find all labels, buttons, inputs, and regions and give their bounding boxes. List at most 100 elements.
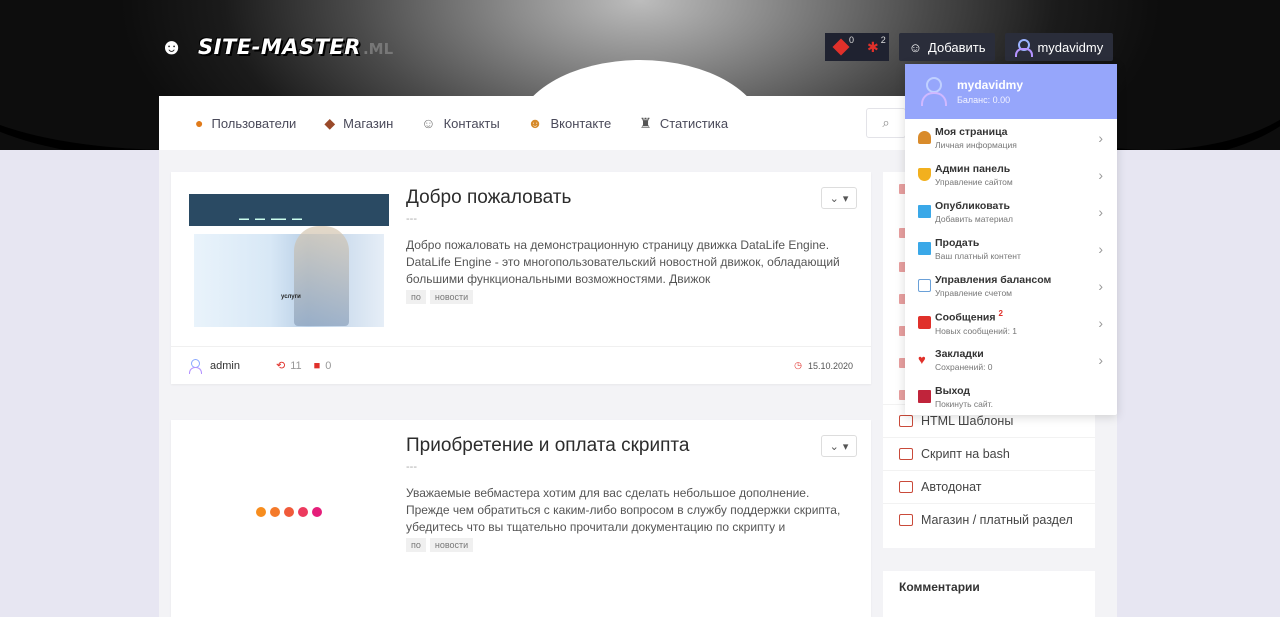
add-button[interactable]: ☺ Добавить bbox=[898, 33, 996, 61]
sidebar-item-autodonate[interactable]: Автодонат bbox=[883, 470, 1095, 503]
search-button[interactable]: ⌕ bbox=[866, 108, 906, 138]
menu-item-text: Моя страница Личная информация bbox=[935, 126, 1017, 150]
top-controls: 0 ✱ 2 ☺ Добавить mydavidmy bbox=[825, 33, 1114, 61]
sidebar-item-label: HTML Шаблоны bbox=[921, 414, 1014, 428]
menu-item-sell[interactable]: Продать Ваш платный контент › bbox=[905, 230, 1117, 267]
comment-icon: ■ bbox=[313, 359, 321, 372]
chevron-right-icon: › bbox=[1098, 315, 1103, 331]
post-thumbnail[interactable]: ▬▬ ▬▬ ▬▬▬ ▬▬ услуги bbox=[189, 194, 389, 328]
thumb-menu-item: ▬▬ bbox=[239, 216, 249, 222]
menu-item-title: Закладки bbox=[935, 347, 984, 360]
search-icon: ⌕ bbox=[882, 115, 890, 130]
user-menu-header: mydavidmy Баланс: 0.00 bbox=[905, 64, 1117, 119]
thumb-strip: ▬▬ ▬▬ ▬▬▬ ▬▬ bbox=[189, 194, 389, 226]
menu-item-text: Продать Ваш платный контент bbox=[935, 237, 1021, 261]
sidebar-item-shop-paid[interactable]: Магазин / платный раздел bbox=[883, 503, 1095, 536]
nav-item-label: Пользователи bbox=[211, 115, 297, 131]
post-tags: по новости bbox=[406, 290, 474, 304]
author-name: admin bbox=[210, 359, 240, 372]
menu-item-subtitle: Новых сообщений: 1 bbox=[935, 325, 1018, 336]
menu-item-title-row: Сообщения 2 bbox=[935, 309, 1017, 324]
user-dropdown-menu: mydavidmy Баланс: 0.00 Моя страница Личн… bbox=[905, 64, 1117, 415]
masks-icon: ☻ bbox=[527, 115, 543, 131]
menu-item-subtitle: Ваш платный контент bbox=[935, 250, 1021, 261]
loading-dot bbox=[298, 507, 308, 517]
messages-badge: 2 bbox=[998, 309, 1003, 319]
menu-item-balance[interactable]: Управления балансом Управление счетом › bbox=[905, 267, 1117, 304]
thumb-caption: услуги bbox=[281, 294, 301, 300]
menu-item-publish[interactable]: Опубликовать Добавить материал › bbox=[905, 193, 1117, 230]
gem-icon bbox=[832, 38, 850, 56]
loading-dot bbox=[256, 507, 266, 517]
chevron-right-icon: › bbox=[1098, 130, 1103, 146]
chevron-right-icon: › bbox=[1098, 352, 1103, 368]
user-menu-name: mydavidmy bbox=[957, 78, 1024, 92]
menu-item-my-page[interactable]: Моя страница Личная информация › bbox=[905, 119, 1117, 156]
menu-item-subtitle: Личная информация bbox=[935, 139, 1017, 150]
tag[interactable]: по bbox=[406, 290, 426, 304]
user-icon bbox=[189, 358, 202, 374]
menu-item-admin[interactable]: Админ панель Управление сайтом › bbox=[905, 156, 1117, 193]
nav-item-vk[interactable]: ☻ Вконтакте bbox=[528, 115, 612, 131]
thumb-menu-item: ▬▬ bbox=[255, 216, 265, 222]
avatar-icon bbox=[921, 76, 947, 107]
post-title[interactable]: Добро пожаловать bbox=[406, 187, 571, 209]
menu-item-subtitle: Управление счетом bbox=[935, 287, 1013, 298]
tag[interactable]: по bbox=[406, 538, 426, 552]
thumb-person bbox=[294, 226, 349, 326]
brand-name: SITE-MASTER bbox=[198, 35, 361, 59]
add-button-label: Добавить bbox=[928, 39, 986, 55]
user-menu-info: mydavidmy Баланс: 0.00 bbox=[957, 78, 1023, 105]
date-value: 15.10.2020 bbox=[807, 360, 853, 371]
menu-item-title: Моя страница bbox=[935, 125, 1008, 138]
user-page-icon bbox=[918, 131, 931, 144]
nav-item-stats[interactable]: ♜ Статистика bbox=[639, 115, 728, 132]
menu-item-title: Опубликовать bbox=[935, 199, 1010, 212]
menu-item-text: Выход Покинуть сайт. bbox=[935, 385, 993, 409]
loading-dot bbox=[270, 507, 280, 517]
site-logo[interactable]: ☻ SITE-MASTER .ML bbox=[160, 34, 393, 60]
chevron-down-icon: ⌄ bbox=[829, 440, 839, 453]
post-options-dropdown[interactable]: ⌄ ▾ bbox=[821, 435, 857, 457]
menu-item-subtitle: Управление сайтом bbox=[935, 176, 1013, 187]
menu-item-subtitle: Сохранений: 0 bbox=[935, 361, 993, 372]
loading-dots bbox=[256, 507, 322, 517]
post-comments[interactable]: ■ 0 bbox=[314, 360, 332, 372]
comments-count: 0 bbox=[325, 359, 332, 372]
chevron-right-icon: › bbox=[1098, 278, 1103, 294]
menu-item-messages[interactable]: Сообщения 2 Новых сообщений: 1 › bbox=[905, 304, 1117, 341]
post-excerpt: Добро пожаловать на демонстрационную стр… bbox=[406, 238, 840, 286]
tag[interactable]: новости bbox=[429, 290, 474, 304]
chocolate-icon: ◆ bbox=[324, 114, 336, 131]
menu-item-text: Админ панель Управление сайтом bbox=[935, 163, 1013, 187]
user-icon bbox=[1015, 39, 1034, 57]
post-subtitle: --- bbox=[406, 213, 417, 225]
loading-dot bbox=[312, 507, 322, 517]
menu-item-bookmarks[interactable]: ♥ Закладки Сохранений: 0 › bbox=[905, 341, 1117, 378]
menu-item-logout[interactable]: Выход Покинуть сайт. bbox=[905, 378, 1117, 415]
loading-dot bbox=[284, 507, 294, 517]
menu-item-title: Сообщения bbox=[935, 311, 996, 324]
post-title[interactable]: Приобретение и оплата скрипта bbox=[406, 435, 689, 457]
post-subtitle: --- bbox=[406, 461, 417, 473]
views-count: 11 bbox=[290, 359, 302, 372]
sidebar-item-bash-script[interactable]: Скрипт на bash bbox=[883, 437, 1095, 470]
nav-item-shop[interactable]: ◆ Магазин bbox=[324, 115, 393, 132]
gems-button[interactable]: 0 bbox=[825, 33, 857, 61]
post-author[interactable]: admin bbox=[189, 358, 240, 374]
template-icon bbox=[899, 415, 913, 427]
tag[interactable]: новости bbox=[429, 538, 474, 552]
nav-item-users[interactable]: ● Пользователи bbox=[195, 115, 296, 131]
post-options-dropdown[interactable]: ⌄ ▾ bbox=[821, 187, 857, 209]
sell-icon bbox=[918, 242, 931, 255]
publish-icon bbox=[918, 205, 931, 218]
menu-item-text: Управления балансом Управление счетом bbox=[935, 274, 1051, 298]
ghost-contacts-icon: ☺ bbox=[421, 115, 436, 131]
sidebar-item-label: Магазин / платный раздел bbox=[921, 513, 1073, 527]
bugs-button[interactable]: ✱ 2 bbox=[857, 33, 889, 61]
nav-item-contacts[interactable]: ☺ Контакты bbox=[421, 115, 499, 131]
user-menu-button[interactable]: mydavidmy bbox=[1005, 33, 1114, 61]
chevron-right-icon: › bbox=[1098, 167, 1103, 183]
chart-icon: ♜ bbox=[639, 114, 652, 131]
spider-icon: ✱ bbox=[867, 38, 879, 55]
